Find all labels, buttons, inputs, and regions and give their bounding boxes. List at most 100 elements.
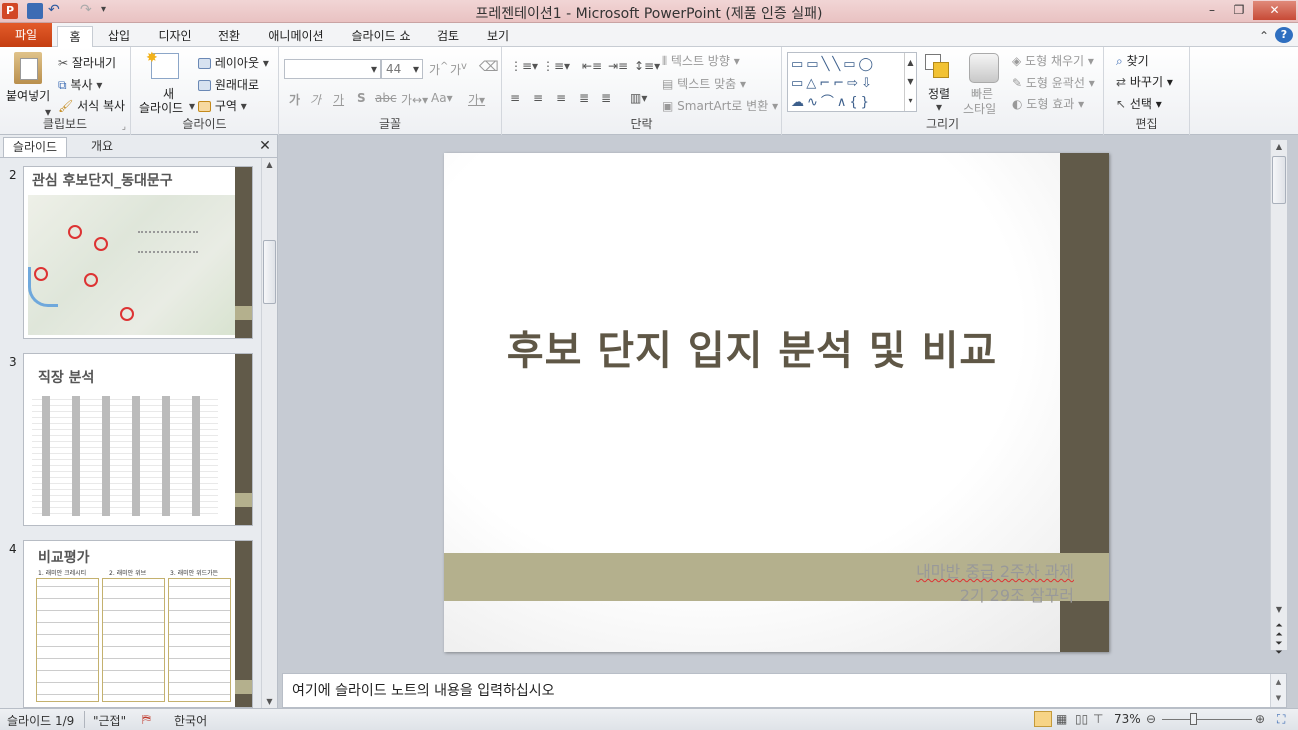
slide-title[interactable]: 후보 단지 입지 분석 및 비교	[444, 318, 1060, 376]
replace-button[interactable]: ⇄ 바꾸기 ▾	[1116, 73, 1173, 90]
zoom-in-icon[interactable]: ⊕	[1255, 712, 1265, 726]
notes-pane[interactable]: 여기에 슬라이드 노트의 내용을 입력하십시오 ▲ ▼	[282, 673, 1287, 708]
tab-slides-pane[interactable]: 슬라이드	[3, 137, 67, 157]
zoom-level[interactable]: 73%	[1114, 712, 1141, 726]
align-center-icon[interactable]: ≡	[533, 91, 543, 105]
tab-review[interactable]: 검토	[430, 26, 466, 47]
columns-icon[interactable]: ▥▾	[630, 91, 647, 105]
slide-subtitle-line-1[interactable]: 내마반 중급 2주차 과제	[916, 558, 1074, 582]
tab-view[interactable]: 보기	[480, 26, 516, 47]
decrease-indent-icon[interactable]: ⇤≡	[582, 59, 602, 73]
tab-transitions[interactable]: 전환	[211, 26, 247, 47]
scroll-thumb[interactable]	[263, 240, 276, 304]
clear-formatting-icon[interactable]: ⌫	[479, 59, 499, 75]
help-icon[interactable]: ?	[1275, 27, 1293, 43]
align-right-icon[interactable]: ≡	[556, 91, 566, 105]
slideshow-view-icon[interactable]: ⊤	[1093, 712, 1103, 726]
format-painter-button[interactable]: 🖌 서식 복사	[58, 97, 125, 114]
justify-icon[interactable]: ≣	[579, 91, 589, 105]
select-button[interactable]: ↖ 선택 ▾	[1116, 95, 1162, 112]
shape-effects-button[interactable]: ◐ 도형 효과 ▾	[1012, 95, 1084, 112]
increase-indent-icon[interactable]: ⇥≡	[608, 59, 628, 73]
pane-scrollbar[interactable]: ▲ ▼	[261, 158, 277, 708]
new-slide-button[interactable]: 슬라이드	[139, 99, 183, 116]
notes-scrollbar[interactable]: ▲ ▼	[1270, 674, 1286, 707]
tab-insert[interactable]: 삽입	[101, 26, 137, 47]
language-indicator[interactable]: 한국어	[174, 712, 207, 729]
paste-button[interactable]: 붙여넣기	[6, 87, 50, 104]
align-left-icon[interactable]: ≡	[510, 91, 520, 105]
close-pane-icon[interactable]: ✕	[256, 137, 274, 157]
italic-icon[interactable]: 가	[310, 91, 321, 108]
previous-slide-icon[interactable]: ⏶ ⏶	[1271, 622, 1287, 640]
shape-outline-button[interactable]: ✎ 도형 윤곽선 ▾	[1012, 74, 1095, 91]
strikethrough-icon[interactable]: abc	[375, 91, 397, 105]
layout-button[interactable]: 레이아웃 ▾	[198, 54, 269, 71]
scroll-down-icon[interactable]: ▼	[262, 697, 277, 706]
tab-animations[interactable]: 애니메이션	[262, 26, 330, 47]
zoom-slider-track[interactable]	[1162, 719, 1252, 720]
shrink-font-icon[interactable]: 가v	[450, 61, 467, 78]
shapes-gallery[interactable]: ▭▭╲╲▭◯ ▭△⌐⌐⇨⇩ ☁∿⌒∧{} ▲ ▼ ▾	[787, 52, 917, 112]
current-slide[interactable]: 후보 단지 입지 분석 및 비교 내마반 중급 2주차 과제 2기 29조 잠꾸…	[444, 153, 1109, 652]
slide-counter: 슬라이드 1/9	[7, 714, 75, 728]
restore-button[interactable]: ❐	[1226, 1, 1252, 20]
align-text-button[interactable]: ▤ 텍스트 맞춤 ▾	[662, 75, 746, 92]
underline-icon[interactable]: 가	[333, 91, 344, 108]
distribute-icon[interactable]: ≣	[601, 91, 611, 105]
paste-icon[interactable]	[14, 52, 42, 84]
reading-view-icon[interactable]: ▯▯	[1075, 712, 1088, 726]
char-spacing-icon[interactable]: 가↔▾	[401, 91, 428, 108]
section-button[interactable]: 구역 ▾	[198, 97, 247, 114]
notes-scroll-icons[interactable]: ▲ ▼	[1271, 674, 1286, 706]
close-button[interactable]: ✕	[1253, 1, 1296, 20]
change-case-icon[interactable]: Aa▾	[431, 91, 453, 105]
font-size-combo[interactable]: 44 ▾	[381, 59, 423, 79]
scroll-down-icon[interactable]: ▼	[1271, 605, 1287, 614]
slide-thumbnail-4[interactable]: 비교평가 1. 래미안 크레시티 2. 래미안 위브 3. 래미안 위드가든	[23, 540, 253, 708]
cut-button[interactable]: ✂ 잘라내기	[58, 54, 116, 71]
grow-font-icon[interactable]: 가^	[429, 61, 448, 78]
reset-button[interactable]: 원래대로	[198, 76, 259, 93]
smartart-button[interactable]: ▣ SmartArt로 변환 ▾	[662, 97, 778, 114]
normal-view-icon[interactable]	[1034, 711, 1052, 727]
dialog-launcher-icon[interactable]: ⌟	[122, 122, 126, 132]
numbering-icon[interactable]: ⋮≡▾	[542, 59, 570, 73]
find-button[interactable]: ⌕ 찾기	[1116, 52, 1149, 69]
copy-button[interactable]: ⧉ 복사 ▾	[58, 76, 102, 93]
tab-outline-pane[interactable]: 개요	[70, 137, 134, 157]
new-slide-icon[interactable]: ✸	[146, 50, 179, 79]
arrange-dropdown-icon[interactable]: ▾	[936, 100, 942, 114]
line-spacing-icon[interactable]: ↕≡▾	[634, 59, 660, 73]
font-name-combo[interactable]: ▾	[284, 59, 381, 79]
fit-to-window-icon[interactable]: ⛶	[1277, 712, 1285, 727]
bullets-icon[interactable]: ⋮≡▾	[510, 59, 538, 73]
zoom-out-icon[interactable]: ⊖	[1146, 712, 1156, 726]
quick-styles-icon[interactable]	[969, 53, 999, 83]
scroll-up-icon[interactable]: ▲	[1271, 142, 1287, 151]
arrange-icon[interactable]	[925, 54, 953, 82]
slide-sorter-icon[interactable]: ▦	[1056, 712, 1067, 726]
zoom-slider-thumb[interactable]	[1190, 713, 1197, 725]
text-direction-button[interactable]: ⫴ 텍스트 방향 ▾	[662, 52, 740, 69]
font-color-icon[interactable]: 가▾	[468, 91, 485, 108]
scroll-up-icon[interactable]: ▲	[262, 160, 277, 169]
scroll-thumb[interactable]	[1272, 156, 1286, 204]
shadow-icon[interactable]: S	[357, 91, 366, 105]
slide-scrollbar[interactable]: ▲ ▼ ⏶ ⏶ ⏷ ⏷	[1270, 140, 1287, 658]
slide-thumbnail-3[interactable]: 직장 분석	[23, 353, 253, 526]
spellcheck-icon[interactable]: ⛿	[142, 712, 151, 727]
slide-thumbnail-2[interactable]: 관심 후보단지_동대문구	[23, 166, 253, 339]
slide-subtitle-line-2[interactable]: 2기 29조 잠꾸러	[960, 582, 1074, 606]
new-slide-dropdown-icon[interactable]: ▾	[189, 99, 195, 113]
tab-file[interactable]: 파일	[0, 23, 52, 47]
shape-fill-button[interactable]: ◈ 도형 채우기 ▾	[1012, 52, 1094, 69]
tab-home[interactable]: 홈	[57, 26, 93, 48]
bold-icon[interactable]: 가	[289, 91, 300, 108]
next-slide-icon[interactable]: ⏷ ⏷	[1271, 640, 1287, 658]
minimize-ribbon-icon[interactable]: ⌃	[1256, 26, 1272, 47]
tab-slideshow[interactable]: 슬라이드 쇼	[344, 26, 418, 47]
tab-design[interactable]: 디자인	[150, 26, 200, 47]
minimize-button[interactable]: –	[1199, 1, 1225, 20]
shapes-gallery-scroll[interactable]: ▲ ▼ ▾	[904, 53, 916, 111]
